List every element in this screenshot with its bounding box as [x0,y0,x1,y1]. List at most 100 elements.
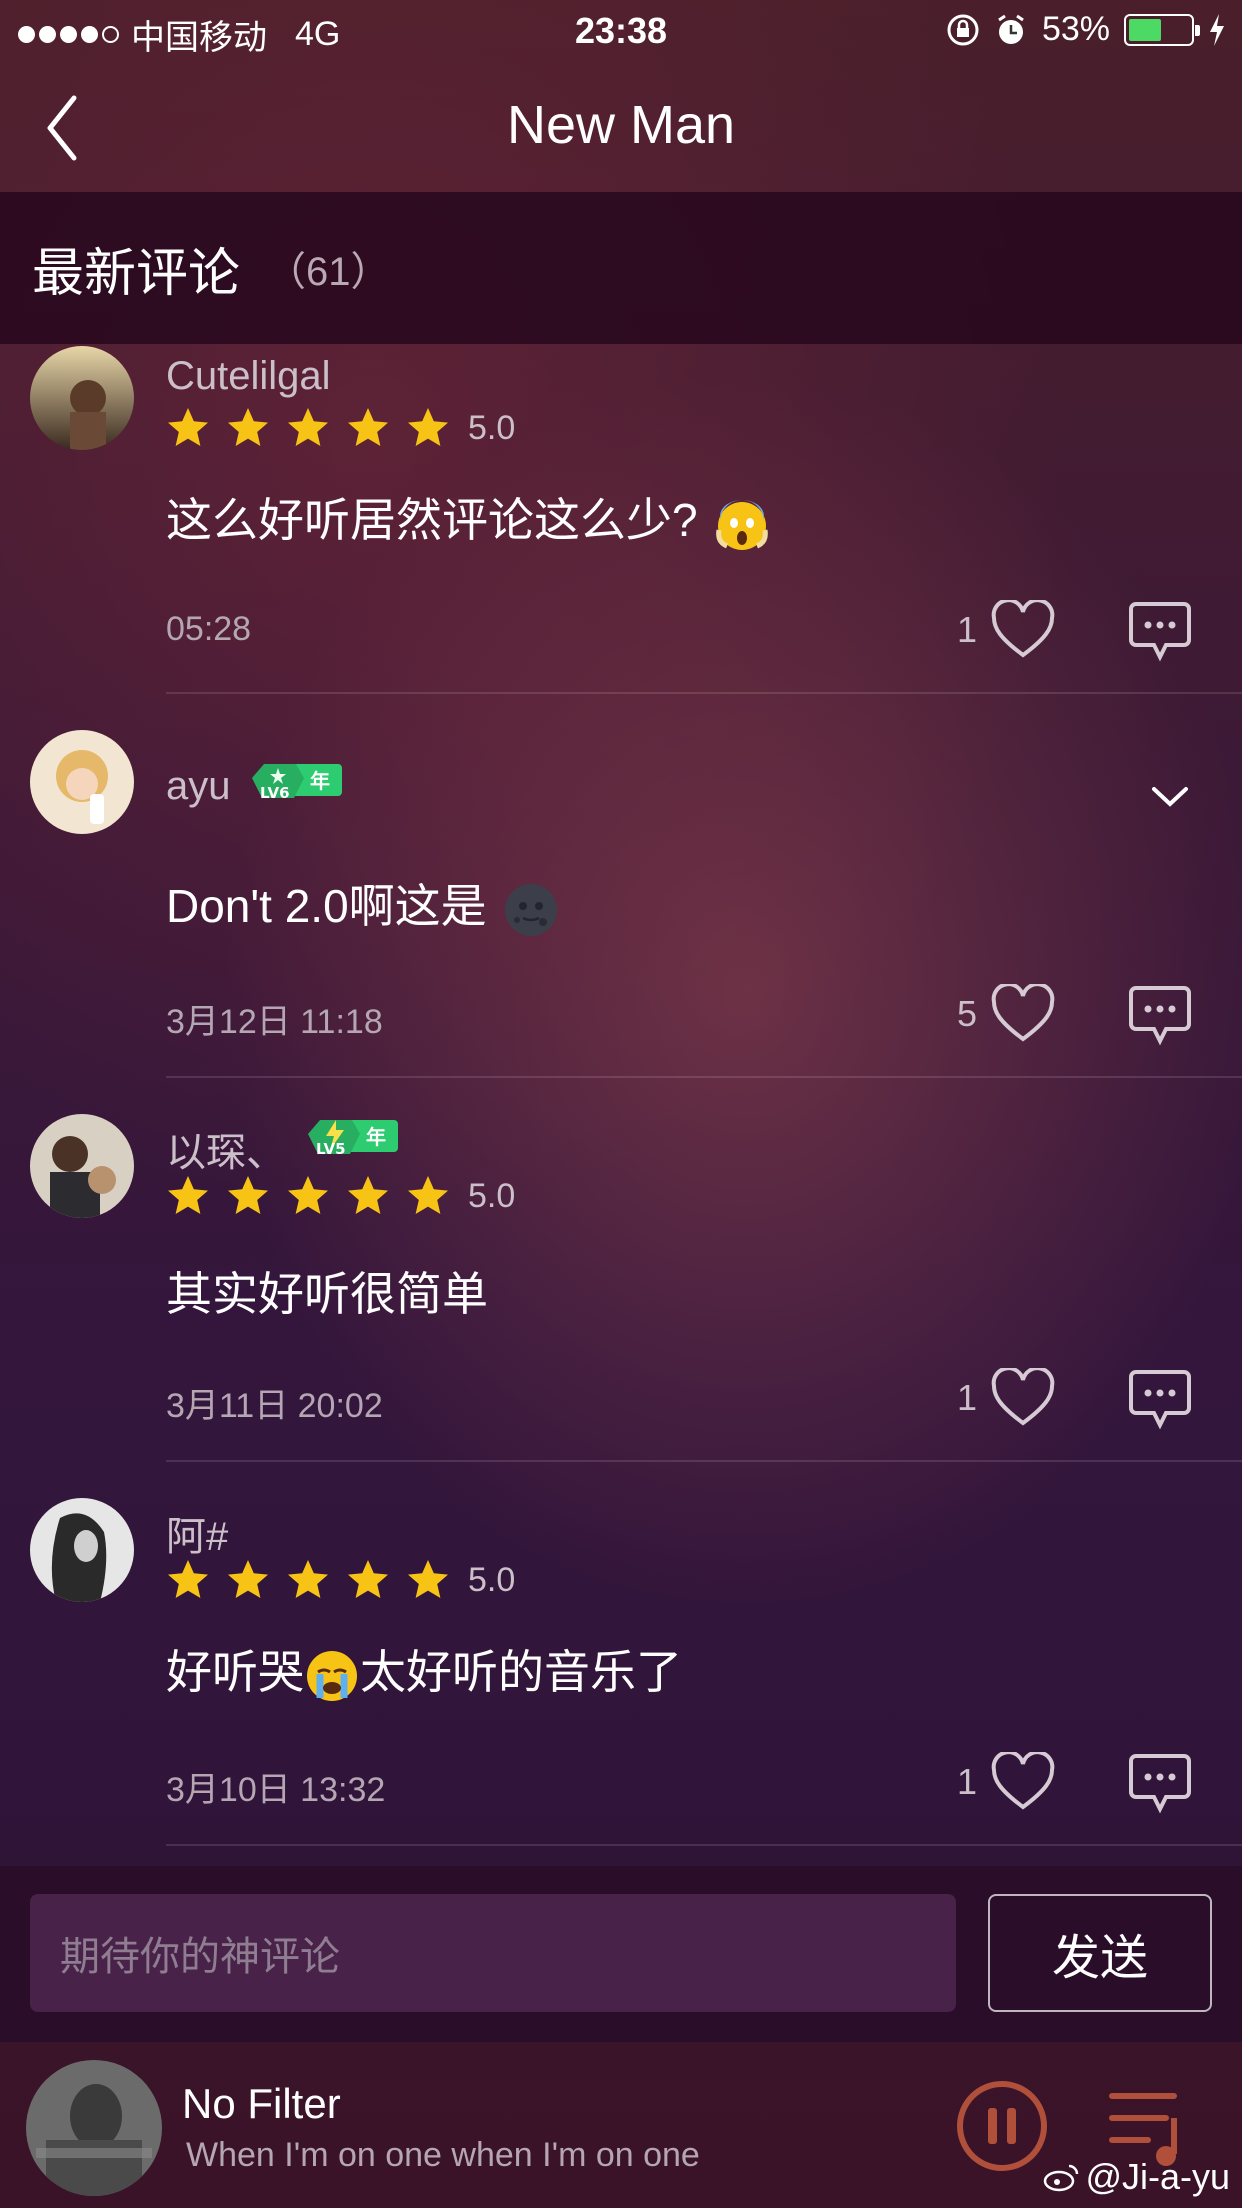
like-button[interactable] [990,1366,1056,1428]
like-button[interactable] [990,1750,1056,1812]
comment-item: 阿# 5.0 好听哭 太好听的音乐了 3月10日 13:32 1 [0,1496,1242,1846]
star-icon [168,1560,208,1598]
mini-player[interactable]: No Filter When I'm on one when I'm on on… [0,2042,1242,2208]
star-icon [408,1176,448,1214]
divider [166,1076,1242,1078]
heart-icon [991,982,1055,1042]
star-icon [288,1176,328,1214]
pause-icon [957,2081,1047,2171]
album-art[interactable] [26,2060,162,2196]
alarm-icon [998,14,1024,44]
section-title: 最新评论 [32,244,241,303]
divider [166,1844,1242,1846]
badge-year: 年 [310,769,330,793]
comment-item: ayu 年 LV6 Don't 2.0啊这是 3月12日 11:18 5 [0,728,1242,1078]
star-rating: 5.0 [164,1172,515,1220]
comment-bubble-icon [1129,1370,1191,1430]
scream-emoji-icon [716,499,769,550]
comment-count: （61） [266,250,391,294]
comment-input-bar: 期待你的神评论 发送 [0,1866,1242,2042]
charging-bolt-icon [1210,13,1224,46]
rating-value: 5.0 [468,408,516,447]
star-icon [348,1176,388,1214]
comment-text: 这么好听居然评论这么少? [166,484,770,552]
badge-level: LV6 [260,784,290,802]
watermark: @Ji-a-yu [1043,2156,1230,2198]
star-icon [228,1560,268,1598]
heart-icon [991,1366,1055,1426]
weibo-icon [1044,2164,1079,2192]
avatar[interactable] [30,730,134,834]
like-count: 1 [956,1377,977,1418]
reply-button[interactable] [1128,984,1192,1046]
comment-bubble-icon [1129,602,1191,662]
chevron-down-icon [1152,787,1188,807]
star-icon [348,408,388,446]
username[interactable]: ayu [166,764,231,809]
comment-input[interactable]: 期待你的神评论 [30,1894,956,2012]
comment-text: 其实好听很简单 [166,1268,488,1320]
divider [166,692,1242,694]
star-icon [288,408,328,446]
reply-button[interactable] [1128,600,1192,662]
star-icon [228,408,268,446]
crying-emoji-icon [307,1650,357,1701]
level-badge: 年 LV6 [250,758,344,804]
page-title: New Man [506,95,736,155]
nav-bar: New Man [0,62,1242,192]
avatar[interactable] [30,346,134,450]
rating-value: 5.0 [468,1176,516,1215]
username[interactable]: 阿# [166,1504,228,1562]
comment-body-end: 太好听的音乐了 [360,1646,682,1698]
level-badge: 年 LV5 [306,1114,400,1160]
comment-time: 05:28 [166,610,252,648]
comment-bubble-icon [1129,986,1191,1046]
star-icon [168,1176,208,1214]
battery-icon [1124,13,1200,46]
avatar[interactable] [30,1114,134,1218]
comment-body-start: 好听哭 [166,1646,304,1698]
comment-bubble-icon [1129,1754,1191,1814]
like-count: 1 [956,609,977,650]
heart-icon [991,598,1055,658]
status-bar: 中国移动 4G 23:38 53% [0,0,1242,62]
avatar[interactable] [30,1498,134,1602]
like-button[interactable] [990,982,1056,1044]
comment-text: Don't 2.0啊这是 [166,870,559,938]
badge-level: LV5 [316,1140,346,1158]
comment-body: 这么好听居然评论这么少? [166,494,698,546]
like-button[interactable] [990,598,1056,660]
star-icon [408,1560,448,1598]
badge-year: 年 [366,1125,386,1149]
comment-item: 以琛、 年 LV5 5.0 其实好听很简单 3月11日 20:02 1 [0,1112,1242,1462]
star-rating: 5.0 [164,1556,515,1604]
username[interactable]: 以琛、 [166,1120,286,1178]
star-icon [168,408,208,446]
comment-item: Cutelilgal 5.0 这么好听居然评论这么少? 05:28 1 [0,344,1242,694]
divider [166,1460,1242,1462]
comment-time: 3月12日 11:18 [166,1003,383,1041]
star-icon [348,1560,388,1598]
star-rating: 5.0 [164,404,515,452]
heart-icon [991,1750,1055,1810]
comment-time: 3月11日 20:02 [166,1387,383,1425]
pause-button[interactable] [954,2078,1050,2174]
watermark-text: @Ji-a-yu [1085,2156,1230,2197]
reply-button[interactable] [1128,1752,1192,1814]
expand-button[interactable] [1150,784,1190,810]
like-count: 1 [956,1761,977,1802]
star-icon [228,1176,268,1214]
send-button[interactable]: 发送 [988,1894,1212,2012]
rating-value: 5.0 [468,1560,516,1599]
track-lyric: When I'm on one when I'm on one [186,2136,700,2174]
star-icon [408,408,448,446]
comment-body: Don't 2.0啊这是 [166,880,487,932]
reply-button[interactable] [1128,1368,1192,1430]
username[interactable]: Cutelilgal [166,354,331,399]
status-right: 53% [946,10,1226,49]
orientation-lock-icon [947,14,979,45]
battery-percent: 53% [1041,10,1110,48]
like-count: 5 [956,993,977,1034]
new-moon-face-icon [505,883,558,936]
comment-text: 好听哭 太好听的音乐了 [166,1636,682,1704]
